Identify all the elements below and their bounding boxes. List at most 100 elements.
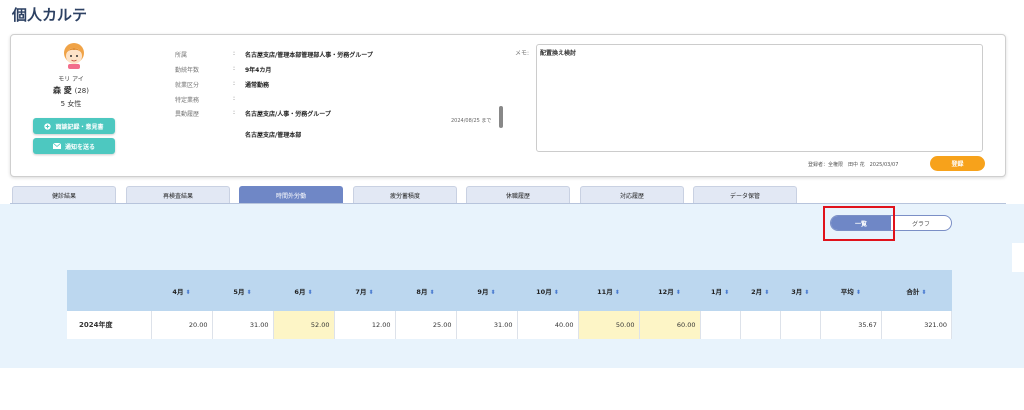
column-header-label: 5月	[233, 287, 245, 296]
table-cell: 50.00	[578, 311, 640, 339]
column-header-label: 6月	[294, 287, 306, 296]
sort-icon[interactable]: ⬍	[919, 289, 926, 296]
table-cell: 12.00	[334, 311, 396, 339]
envelope-icon	[52, 143, 61, 149]
memo-textarea[interactable]: 配置換え検討	[536, 44, 983, 152]
column-header[interactable]: 合計 ⬍	[881, 270, 952, 311]
column-header[interactable]: 1月 ⬍	[700, 270, 741, 311]
memo-label: メモ:	[515, 50, 530, 57]
transfer-history-item: 名古屋支店/人事・労務グループ	[245, 111, 331, 118]
colon: :	[233, 50, 236, 57]
tab-fatigue[interactable]: 疲労蓄積度	[353, 186, 457, 203]
female-avatar-icon	[64, 43, 84, 69]
tab-leave-history[interactable]: 休職履歴	[466, 186, 570, 203]
table-cell: 40.00	[517, 311, 579, 339]
sort-icon[interactable]: ⬍	[762, 289, 769, 296]
table-cell: 31.00	[212, 311, 274, 339]
column-header-label: 1月	[710, 287, 722, 296]
column-header-label: 7月	[355, 287, 367, 296]
sort-icon[interactable]: ⬍	[552, 289, 559, 296]
colon: :	[233, 65, 236, 72]
column-header[interactable]: 11月 ⬍	[578, 270, 639, 311]
table-cell	[700, 311, 741, 339]
plus-circle-icon	[44, 122, 52, 130]
employee-age: (28)	[74, 87, 89, 95]
transfer-history-scrollbar[interactable]	[499, 106, 503, 128]
interview-record-label: 面談記録・意見書	[55, 123, 104, 131]
table-cell: 35.67	[820, 311, 882, 339]
employee-number: 5	[60, 100, 66, 108]
column-header[interactable]: 4月 ⬍	[151, 270, 212, 311]
sort-icon[interactable]: ⬍	[488, 289, 496, 296]
column-header[interactable]: 9月 ⬍	[456, 270, 517, 311]
employee-furigana: モリ アイ	[58, 76, 84, 83]
send-notification-label: 通知を送る	[64, 143, 95, 151]
column-header-label: 12月	[658, 287, 674, 296]
transfer-history-date: 2024/08/25 まで	[451, 118, 492, 124]
row-label: 2024年度	[67, 311, 152, 339]
column-header-label: 9月	[477, 287, 489, 296]
sort-icon[interactable]: ⬍	[244, 289, 252, 296]
affiliation-label: 所属	[175, 52, 188, 59]
tab-data-storage[interactable]: データ保管	[693, 186, 797, 203]
graph-view-button[interactable]: グラフ	[891, 216, 951, 230]
column-header[interactable]: 6月 ⬍	[273, 270, 334, 311]
employee-gender: 女性	[67, 100, 82, 108]
column-header-label: 3月	[791, 287, 803, 296]
tab-reexam-results[interactable]: 再検査結果	[126, 186, 230, 203]
employee-name-text: 森 愛	[53, 86, 72, 95]
sort-icon[interactable]: ⬍	[366, 289, 374, 296]
registrant-info: 登録者：全権限 田中 花 2025/03/07	[808, 162, 899, 168]
special-task-label: 特定業務	[175, 97, 200, 104]
table-cell: 31.00	[456, 311, 518, 339]
column-header-label: 8月	[416, 287, 428, 296]
sort-icon[interactable]: ⬍	[854, 289, 861, 296]
column-header-label: 11月	[597, 287, 613, 296]
column-header[interactable]: 3月 ⬍	[780, 270, 821, 311]
table-cell: 52.00	[273, 311, 335, 339]
employee-name: 森 愛 (28)	[11, 85, 131, 96]
employee-subinfo: 5 女性	[11, 99, 131, 109]
column-header[interactable]: 平均 ⬍	[820, 270, 882, 311]
column-header[interactable]: 12月 ⬍	[639, 270, 700, 311]
tab-checkup-results[interactable]: 健診結果	[12, 186, 116, 203]
work-type-label: 就業区分	[175, 82, 200, 89]
panel-edge	[1012, 243, 1024, 272]
column-header[interactable]: 10月 ⬍	[517, 270, 578, 311]
column-header[interactable]: 2月 ⬍	[740, 270, 781, 311]
affiliation-value: 名古屋支店/管理本部管理部人事・労務グループ	[245, 52, 373, 59]
colon: :	[233, 80, 236, 87]
column-header-label: 平均	[840, 287, 854, 296]
sort-icon[interactable]: ⬍	[802, 289, 809, 296]
sort-icon[interactable]: ⬍	[183, 289, 191, 296]
interview-record-button[interactable]: 面談記録・意見書	[33, 118, 115, 134]
sort-icon[interactable]: ⬍	[427, 289, 435, 296]
sort-icon[interactable]: ⬍	[613, 289, 620, 296]
table-cell	[780, 311, 821, 339]
highlight-annotation	[823, 206, 895, 241]
column-header[interactable]: 7月 ⬍	[334, 270, 395, 311]
column-header[interactable]: 5月 ⬍	[212, 270, 273, 311]
register-button[interactable]: 登録	[930, 156, 985, 171]
sort-icon[interactable]: ⬍	[722, 289, 729, 296]
transfer-history-item: 名古屋支店/管理本部	[245, 132, 302, 139]
column-header-label: 4月	[172, 287, 184, 296]
tab-overtime[interactable]: 時間外労働	[239, 186, 343, 203]
column-header[interactable]: 8月 ⬍	[395, 270, 456, 311]
table-cell: 25.00	[395, 311, 457, 339]
column-header-label: 2月	[751, 287, 763, 296]
colon: :	[233, 95, 236, 102]
tab-response-history[interactable]: 対応履歴	[580, 186, 684, 203]
colon: :	[233, 109, 236, 116]
send-notification-button[interactable]: 通知を送る	[33, 138, 115, 154]
transfer-history-label: 異動履歴	[175, 111, 200, 118]
table-cell: 321.00	[881, 311, 953, 339]
sort-icon[interactable]: ⬍	[674, 289, 681, 296]
page-title: 個人カルテ	[12, 6, 88, 24]
column-header-label: 10月	[536, 287, 552, 296]
table-cell: 60.00	[639, 311, 701, 339]
tenure-value: 9年4カ月	[245, 67, 272, 74]
employee-card: モリ アイ 森 愛 (28) 5 女性 面談記録・意見書 通知を送る 所属 : …	[10, 34, 1006, 177]
sort-icon[interactable]: ⬍	[305, 289, 313, 296]
table-row: 2024年度 20.00 31.00 52.00 12.00 25.00 31.00 40.0…	[67, 311, 953, 339]
